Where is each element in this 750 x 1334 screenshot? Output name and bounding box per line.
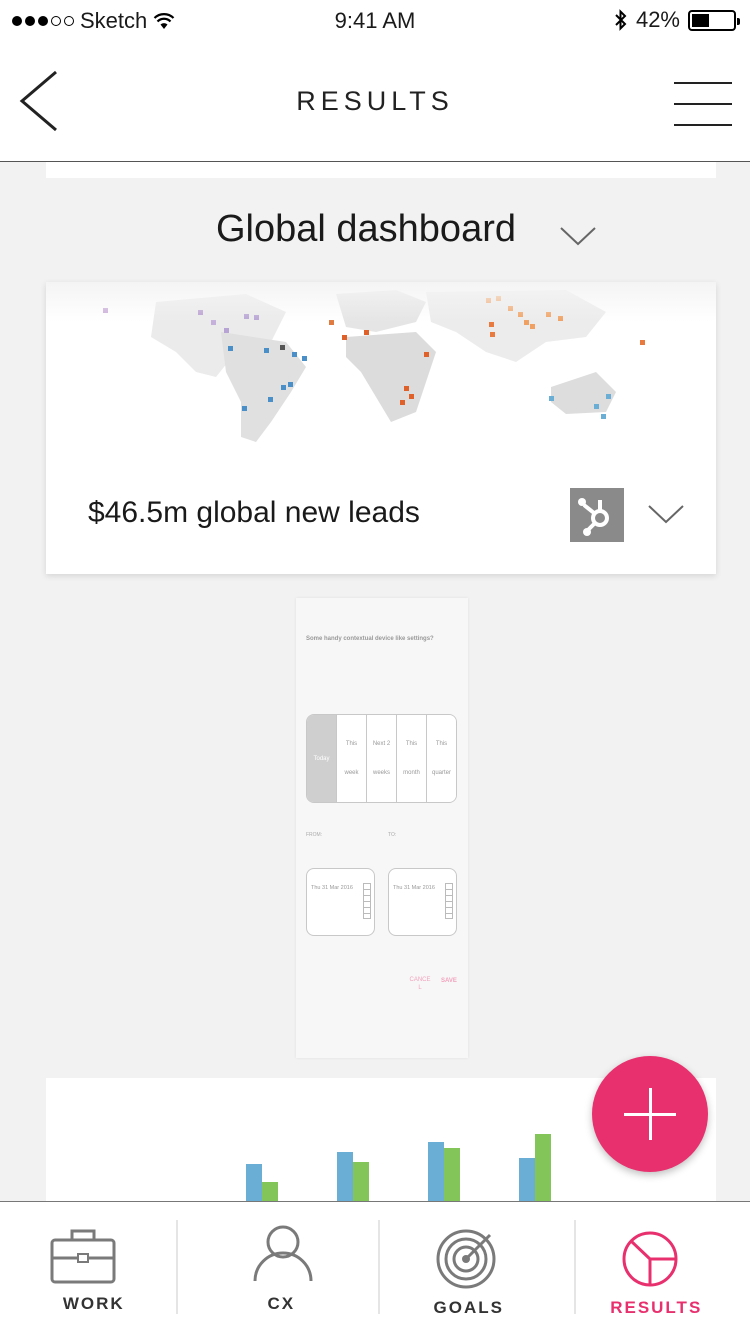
global-leads-card[interactable]: $46.5m global new leads — [46, 282, 716, 574]
menu-button[interactable] — [674, 82, 732, 126]
from-date-field[interactable]: Thu 31 Mar 2016 — [306, 868, 375, 936]
add-button[interactable] — [592, 1056, 708, 1172]
range-label: month — [403, 770, 420, 777]
bar-2-series-1 — [337, 1152, 353, 1202]
leads-headline: $46.5m global new leads — [88, 496, 420, 529]
bar-3-series-1 — [428, 1142, 444, 1202]
nav-bar: RESULTS — [0, 40, 750, 162]
chevron-down-icon[interactable] — [648, 504, 684, 524]
tab-label: WORK — [62, 1294, 125, 1313]
bar-4-series-1 — [519, 1158, 535, 1202]
range-label: weeks — [372, 770, 390, 777]
status-right: 42% — [614, 7, 740, 33]
date-range-settings-mock: Some handy contextual device like settin… — [296, 598, 468, 1058]
cancel-button[interactable]: CANCE L — [408, 976, 432, 992]
previous-card-edge — [46, 162, 716, 178]
hubspot-icon[interactable] — [570, 488, 624, 542]
to-label: TO: — [388, 832, 397, 838]
settings-question: Some handy contextual device like settin… — [306, 636, 434, 642]
range-label: Next 2 — [372, 740, 391, 747]
briefcase-icon — [50, 1229, 116, 1284]
tab-cx[interactable]: CX — [188, 1202, 376, 1334]
range-label: Today — [313, 755, 330, 762]
range-option-this-week[interactable]: This week — [336, 715, 366, 802]
range-option-today[interactable]: Today — [307, 715, 336, 802]
range-label: This — [405, 740, 418, 747]
dashboard-selector[interactable]: Global dashboard — [46, 178, 716, 282]
map-top-fade — [46, 282, 716, 322]
range-option-this-month[interactable]: This month — [396, 715, 426, 802]
bar-3-series-2 — [444, 1148, 460, 1202]
to-date-value: Thu 31 Mar 2016 — [393, 885, 435, 891]
tab-label: CX — [267, 1294, 296, 1313]
to-date-field[interactable]: Thu 31 Mar 2016 — [388, 868, 457, 936]
tab-divider — [176, 1220, 178, 1314]
battery-icon — [688, 9, 740, 31]
range-option-next-2-weeks[interactable]: Next 2 weeks — [366, 715, 396, 802]
bar-1-series-2 — [262, 1182, 278, 1202]
pie-chart-icon — [622, 1231, 677, 1287]
dashboard-title: Global dashboard — [216, 208, 516, 250]
tab-bar: WORK CX GOALS RESULTS — [0, 1201, 750, 1334]
bar-2-series-2 — [353, 1162, 369, 1202]
hamburger-line — [674, 124, 732, 126]
tab-label: GOALS — [433, 1298, 504, 1317]
date-range-segmented-control: Today This week Next 2 weeks This month … — [306, 714, 457, 803]
range-label: quarter — [431, 770, 451, 777]
save-button[interactable]: SAVE — [441, 978, 457, 984]
tab-work[interactable]: WORK — [0, 1202, 188, 1334]
date-picker-icon — [445, 883, 453, 919]
hamburger-line — [674, 103, 732, 105]
from-date-value: Thu 31 Mar 2016 — [311, 885, 353, 891]
chevron-down-icon — [560, 227, 596, 246]
date-picker-icon — [363, 883, 371, 919]
hamburger-line — [674, 82, 732, 84]
tab-results[interactable]: RESULTS — [563, 1202, 750, 1334]
hubspot-glyph — [578, 498, 609, 536]
from-label: FROM: — [306, 832, 323, 838]
person-icon — [253, 1225, 312, 1282]
battery-percent: 42% — [635, 7, 680, 32]
target-icon — [436, 1229, 496, 1289]
range-label: week — [344, 770, 359, 777]
bar-4-series-2 — [535, 1134, 551, 1202]
range-label: This — [345, 740, 358, 747]
tab-goals[interactable]: GOALS — [375, 1202, 563, 1334]
page-title: RESULTS — [296, 86, 454, 116]
tab-label: RESULTS — [610, 1298, 703, 1317]
status-bar: Sketch 9:41 AM 42% — [0, 0, 750, 40]
range-option-this-quarter[interactable]: This quarter — [426, 715, 456, 802]
range-label: This — [435, 740, 448, 747]
bar-1-series-1 — [246, 1164, 262, 1202]
bluetooth-icon — [615, 9, 627, 31]
